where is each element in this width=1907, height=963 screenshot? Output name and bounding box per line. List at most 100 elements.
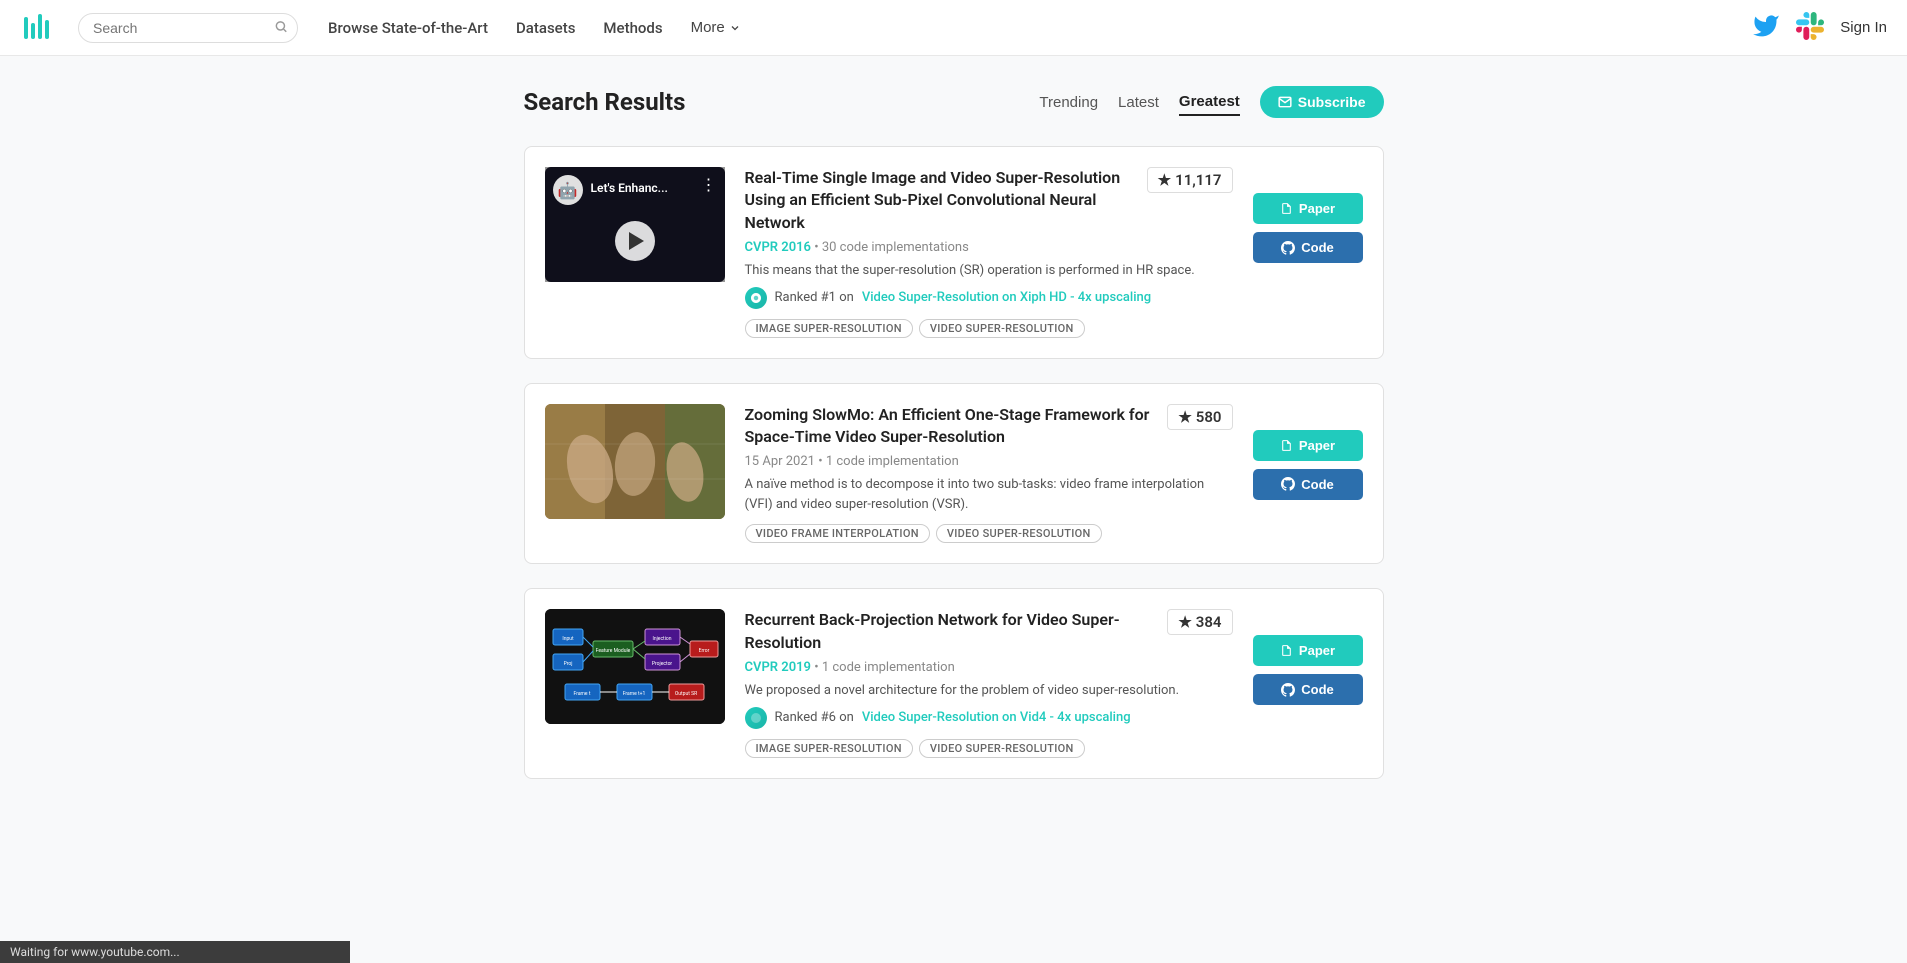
logo[interactable] [20, 9, 58, 47]
search-input[interactable] [78, 13, 298, 43]
search-button[interactable] [274, 19, 288, 36]
code-button[interactable]: Code [1253, 232, 1363, 263]
tag[interactable]: VIDEO SUPER-RESOLUTION [936, 524, 1102, 543]
card-title: Real-Time Single Image and Video Super-R… [745, 167, 1131, 234]
card-tags: IMAGE SUPER-RESOLUTION VIDEO SUPER-RESOL… [745, 739, 1233, 758]
card-meta: CVPR 2016 • 30 code implementations [745, 240, 1233, 255]
star-count: ★ 384 [1167, 609, 1232, 635]
meta-separator: • [814, 660, 822, 675]
card-meta: CVPR 2019 • 1 code implementation [745, 660, 1233, 675]
tag[interactable]: IMAGE SUPER-RESOLUTION [745, 319, 913, 338]
paper-button[interactable]: Paper [1253, 430, 1363, 461]
tab-trending[interactable]: Trending [1039, 90, 1098, 115]
twitter-link[interactable] [1752, 12, 1780, 44]
card-header-row: Zooming SlowMo: An Efficient One-Stage F… [745, 404, 1233, 449]
card-thumbnail[interactable] [545, 404, 725, 519]
date-text: 15 Apr 2021 [745, 454, 815, 469]
slack-link[interactable] [1796, 12, 1824, 44]
card-tags: IMAGE SUPER-RESOLUTION VIDEO SUPER-RESOL… [745, 319, 1233, 338]
tag[interactable]: VIDEO SUPER-RESOLUTION [919, 319, 1085, 338]
tag[interactable]: VIDEO FRAME INTERPOLATION [745, 524, 930, 543]
nav-datasets[interactable]: Datasets [516, 19, 575, 37]
rank-badge [745, 287, 767, 309]
result-card: 🤖 Let's Enhanc... ⋮ Real-Time Single Ima… [524, 146, 1384, 359]
tag[interactable]: VIDEO SUPER-RESOLUTION [919, 739, 1085, 758]
svg-text:Feature Module: Feature Module [595, 648, 630, 654]
code-count: 30 code implementations [822, 240, 969, 255]
star-icon: ★ [1178, 408, 1191, 426]
card-header-row: Recurrent Back-Projection Network for Vi… [745, 609, 1233, 654]
card-actions: Paper Code [1253, 167, 1363, 338]
card-actions: Paper Code [1253, 609, 1363, 757]
svg-text:Error: Error [698, 648, 709, 654]
tab-latest[interactable]: Latest [1118, 90, 1159, 115]
filter-tabs: Trending Latest Greatest Subscribe [1039, 86, 1383, 118]
search-bar [78, 13, 298, 43]
meta-separator: • [818, 454, 826, 469]
card-body: Zooming SlowMo: An Efficient One-Stage F… [745, 404, 1233, 544]
card-description: A naïve method is to decompose it into t… [745, 475, 1233, 514]
more-icon: ⋮ [701, 175, 717, 194]
star-icon: ★ [1158, 171, 1171, 189]
nav-browse[interactable]: Browse State-of-the-Art [328, 19, 488, 37]
thumb-label: Let's Enhanc... [591, 175, 668, 195]
star-count: ★ 11,117 [1147, 167, 1233, 193]
svg-text:Output SR: Output SR [674, 691, 696, 697]
card-description: We proposed a novel architecture for the… [745, 681, 1233, 701]
code-button[interactable]: Code [1253, 674, 1363, 705]
card-description: This means that the super-resolution (SR… [745, 261, 1233, 281]
rank-text: Ranked #1 on [775, 290, 854, 305]
star-count: ★ 580 [1167, 404, 1232, 430]
code-button[interactable]: Code [1253, 469, 1363, 500]
page-title: Search Results [524, 88, 686, 116]
svg-text:Frame t+1: Frame t+1 [622, 691, 645, 697]
card-title: Recurrent Back-Projection Network for Vi… [745, 609, 1152, 654]
meta-separator: • [814, 240, 822, 255]
card-thumbnail[interactable]: Input Proj Feature Module Injection Proj… [545, 609, 725, 724]
card-body: Recurrent Back-Projection Network for Vi… [745, 609, 1233, 757]
card-tags: VIDEO FRAME INTERPOLATION VIDEO SUPER-RE… [745, 524, 1233, 543]
card-rank-row: Ranked #6 on Video Super-Resolution on V… [745, 707, 1233, 729]
navbar-right: Sign In [1752, 12, 1887, 44]
play-triangle-icon [629, 232, 644, 250]
rank-link[interactable]: Video Super-Resolution on Xiph HD - 4x u… [862, 290, 1151, 305]
paper-button[interactable]: Paper [1253, 635, 1363, 666]
nav-methods[interactable]: Methods [603, 19, 662, 37]
play-button[interactable] [615, 221, 655, 261]
navbar: Browse State-of-the-Art Datasets Methods… [0, 0, 1907, 56]
venue-link[interactable]: CVPR 2019 [745, 660, 811, 675]
card-thumbnail[interactable]: 🤖 Let's Enhanc... ⋮ [545, 167, 725, 282]
star-icon: ★ [1178, 613, 1191, 631]
avatar: 🤖 [553, 175, 583, 205]
paper-button[interactable]: Paper [1253, 193, 1363, 224]
svg-text:Input: Input [562, 636, 574, 642]
card-title: Zooming SlowMo: An Efficient One-Stage F… [745, 404, 1152, 449]
card-header-row: Real-Time Single Image and Video Super-R… [745, 167, 1233, 234]
card-rank-row: Ranked #1 on Video Super-Resolution on X… [745, 287, 1233, 309]
card-actions: Paper Code [1253, 404, 1363, 544]
signin-button[interactable]: Sign In [1840, 19, 1887, 36]
code-count: 1 code implementation [822, 660, 955, 675]
tag[interactable]: IMAGE SUPER-RESOLUTION [745, 739, 913, 758]
rank-text: Ranked #6 on [775, 710, 854, 725]
status-bar: Waiting for www.youtube.com... [0, 941, 350, 963]
tab-greatest[interactable]: Greatest [1179, 89, 1240, 116]
card-body: Real-Time Single Image and Video Super-R… [745, 167, 1233, 338]
subscribe-button[interactable]: Subscribe [1260, 86, 1384, 118]
svg-text:Proj: Proj [563, 661, 572, 667]
page-header: Search Results Trending Latest Greatest … [524, 86, 1384, 118]
venue-link[interactable]: CVPR 2016 [745, 240, 811, 255]
status-text: Waiting for www.youtube.com... [10, 945, 180, 959]
nav-more-button[interactable]: More [691, 19, 741, 36]
result-card: Input Proj Feature Module Injection Proj… [524, 588, 1384, 778]
result-card: Zooming SlowMo: An Efficient One-Stage F… [524, 383, 1384, 565]
rank-link[interactable]: Video Super-Resolution on Vid4 - 4x upsc… [862, 710, 1131, 725]
nav-links: Browse State-of-the-Art Datasets Methods… [328, 19, 1752, 37]
card-meta: 15 Apr 2021 • 1 code implementation [745, 454, 1233, 469]
code-count: 1 code implementation [826, 454, 959, 469]
svg-text:Injection: Injection [652, 636, 671, 642]
main-content: Search Results Trending Latest Greatest … [504, 56, 1404, 833]
rank-badge [745, 707, 767, 729]
svg-text:Projector: Projector [651, 661, 672, 667]
svg-text:Frame t: Frame t [573, 691, 590, 697]
